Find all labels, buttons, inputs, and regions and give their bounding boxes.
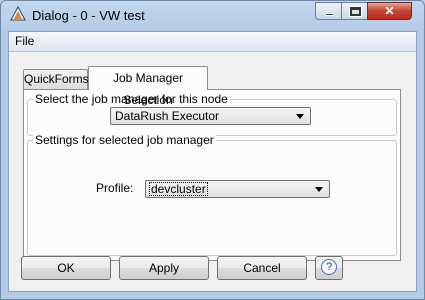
- chevron-down-icon: [315, 187, 323, 192]
- maximize-icon: [349, 6, 362, 17]
- chevron-down-icon: [296, 114, 304, 119]
- job-manager-group: Select the job manager for this node Dat…: [27, 92, 397, 136]
- dialog-client-area: File QuickForms Job Manager Selection Se…: [8, 31, 417, 292]
- close-icon: ✕: [384, 4, 395, 18]
- minimize-button[interactable]: [315, 2, 342, 20]
- profile-selected-value: devcluster: [149, 182, 208, 196]
- dialog-window: Dialog - 0 - VW test ✕ File QuickForms J…: [0, 0, 425, 300]
- menu-file[interactable]: File: [15, 34, 34, 48]
- menu-bar: File: [9, 32, 416, 52]
- maximize-button[interactable]: [341, 2, 368, 20]
- help-button[interactable]: ?: [315, 256, 343, 280]
- tab-job-manager-selection[interactable]: Job Manager Selection: [88, 66, 208, 107]
- minimize-icon: [325, 13, 334, 16]
- knime-triangle-icon: [10, 6, 26, 21]
- settings-group-title: Settings for selected job manager: [33, 133, 216, 147]
- title-bar[interactable]: Dialog - 0 - VW test ✕: [1, 1, 424, 31]
- help-icon: ?: [321, 259, 337, 275]
- profile-label: Profile:: [96, 181, 134, 195]
- tab-quickforms[interactable]: QuickForms: [23, 69, 89, 89]
- cancel-button[interactable]: Cancel: [217, 256, 307, 280]
- close-button[interactable]: ✕: [367, 2, 412, 20]
- ok-button[interactable]: OK: [21, 256, 111, 280]
- apply-button[interactable]: Apply: [119, 256, 209, 280]
- profile-select[interactable]: devcluster: [145, 180, 330, 198]
- job-manager-settings-group: Settings for selected job manager Profil…: [27, 133, 397, 256]
- window-title: Dialog - 0 - VW test: [32, 8, 145, 23]
- job-manager-tab-panel: Select the job manager for this node Dat…: [23, 89, 401, 261]
